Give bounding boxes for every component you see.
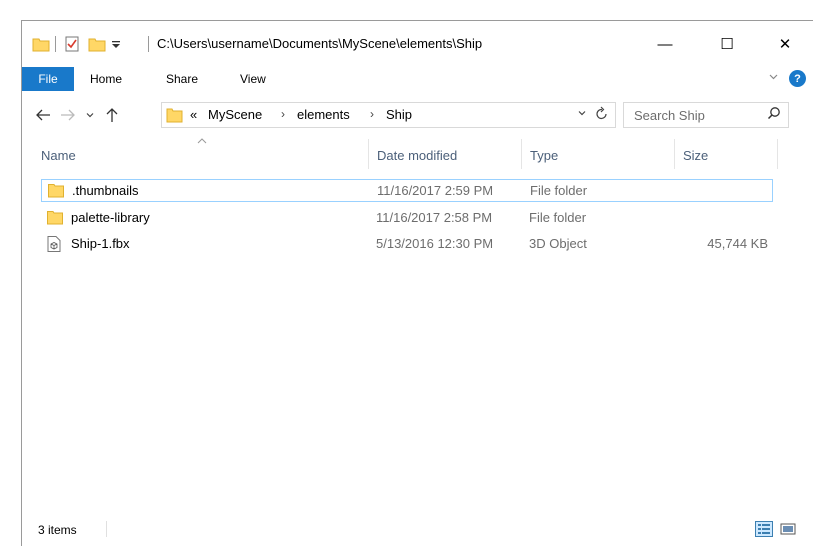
- title-separator: [148, 36, 149, 52]
- tab-view[interactable]: View: [240, 72, 266, 86]
- back-arrow-icon[interactable]: [33, 104, 53, 126]
- column-header-name-label: Name: [41, 148, 76, 163]
- column-divider[interactable]: [674, 139, 675, 169]
- help-icon[interactable]: ?: [789, 70, 806, 87]
- details-view-icon[interactable]: [755, 521, 773, 537]
- forward-arrow-icon[interactable]: [58, 104, 78, 126]
- column-header-date-label: Date modified: [377, 148, 458, 163]
- column-header-type-label: Type: [530, 148, 559, 163]
- breadcrumb-overflow[interactable]: «: [190, 107, 197, 122]
- column-header-size[interactable]: Size: [683, 134, 778, 176]
- navigation-bar: « MyScene › elements › Ship Search Ship: [22, 100, 813, 130]
- folder-icon: [32, 32, 50, 56]
- file-row[interactable]: palette-library 11/16/2017 2:58 PM File …: [41, 207, 773, 230]
- item-count: 3 items: [38, 523, 77, 537]
- tab-share[interactable]: Share: [166, 72, 198, 86]
- file-type: File folder: [529, 210, 587, 225]
- breadcrumb-elements[interactable]: elements: [297, 107, 350, 122]
- file-row[interactable]: Ship-1.fbx 5/13/2016 12:30 PM 3D Object …: [41, 233, 773, 256]
- column-header-size-label: Size: [683, 148, 709, 163]
- file-name: palette-library: [71, 210, 150, 225]
- breadcrumb-separator-icon[interactable]: ›: [281, 107, 285, 121]
- file-size: 45,744 KB: [707, 236, 768, 251]
- file-name: Ship-1.fbx: [71, 236, 130, 251]
- column-divider[interactable]: [521, 139, 522, 169]
- column-divider[interactable]: [777, 139, 778, 169]
- column-divider[interactable]: [368, 139, 369, 169]
- file-date: 11/16/2017 2:59 PM: [377, 183, 494, 198]
- recent-locations-chevron-icon[interactable]: [80, 104, 100, 126]
- file-name: .thumbnails: [72, 183, 139, 198]
- tab-file[interactable]: File: [22, 67, 74, 91]
- status-bar: 3 items: [22, 515, 813, 543]
- refresh-icon[interactable]: [595, 105, 609, 124]
- folder-icon: [48, 183, 64, 198]
- tab-home[interactable]: Home: [90, 72, 122, 86]
- file-type: File folder: [530, 183, 588, 198]
- search-placeholder: Search Ship: [634, 108, 705, 123]
- title-bar: C:\Users\username\Documents\MyScene\elem…: [22, 21, 813, 67]
- window-title: C:\Users\username\Documents\MyScene\elem…: [157, 36, 483, 51]
- new-folder-icon[interactable]: [88, 32, 106, 56]
- file-date: 11/16/2017 2:58 PM: [376, 210, 493, 225]
- address-bar[interactable]: « MyScene › elements › Ship: [161, 102, 616, 128]
- breadcrumb-separator-icon[interactable]: ›: [370, 107, 374, 121]
- maximize-button[interactable]: ☐: [704, 21, 750, 67]
- column-header-type[interactable]: Type: [530, 134, 675, 176]
- file-date: 5/13/2016 12:30 PM: [376, 236, 494, 251]
- column-header-date-modified[interactable]: Date modified: [377, 134, 522, 176]
- close-button[interactable]: ✕: [762, 21, 808, 67]
- minimize-button[interactable]: —: [642, 21, 688, 67]
- search-icon[interactable]: [767, 106, 781, 123]
- status-separator: [106, 521, 107, 537]
- breadcrumb-ship[interactable]: Ship: [386, 107, 412, 122]
- file-row[interactable]: .thumbnails 11/16/2017 2:59 PM File fold…: [41, 179, 773, 202]
- title-separator: [55, 36, 56, 52]
- file-explorer-window: C:\Users\username\Documents\MyScene\elem…: [21, 20, 813, 546]
- folder-icon: [47, 210, 63, 225]
- breadcrumb-myscene[interactable]: MyScene: [208, 107, 262, 122]
- properties-icon[interactable]: [63, 32, 81, 56]
- file-type: 3D Object: [529, 236, 587, 251]
- search-input[interactable]: Search Ship: [623, 102, 789, 128]
- large-icons-view-icon[interactable]: [779, 521, 797, 537]
- up-arrow-icon[interactable]: [102, 104, 122, 126]
- 3d-object-file-icon: [47, 236, 63, 252]
- column-header-name[interactable]: Name: [41, 134, 371, 176]
- folder-icon: [166, 106, 183, 127]
- customize-toolbar-icon[interactable]: [110, 32, 122, 56]
- ribbon-tabs: File Home Share View ?: [22, 67, 813, 91]
- expand-ribbon-chevron-icon[interactable]: [768, 71, 779, 85]
- address-dropdown-chevron-icon[interactable]: [577, 108, 587, 121]
